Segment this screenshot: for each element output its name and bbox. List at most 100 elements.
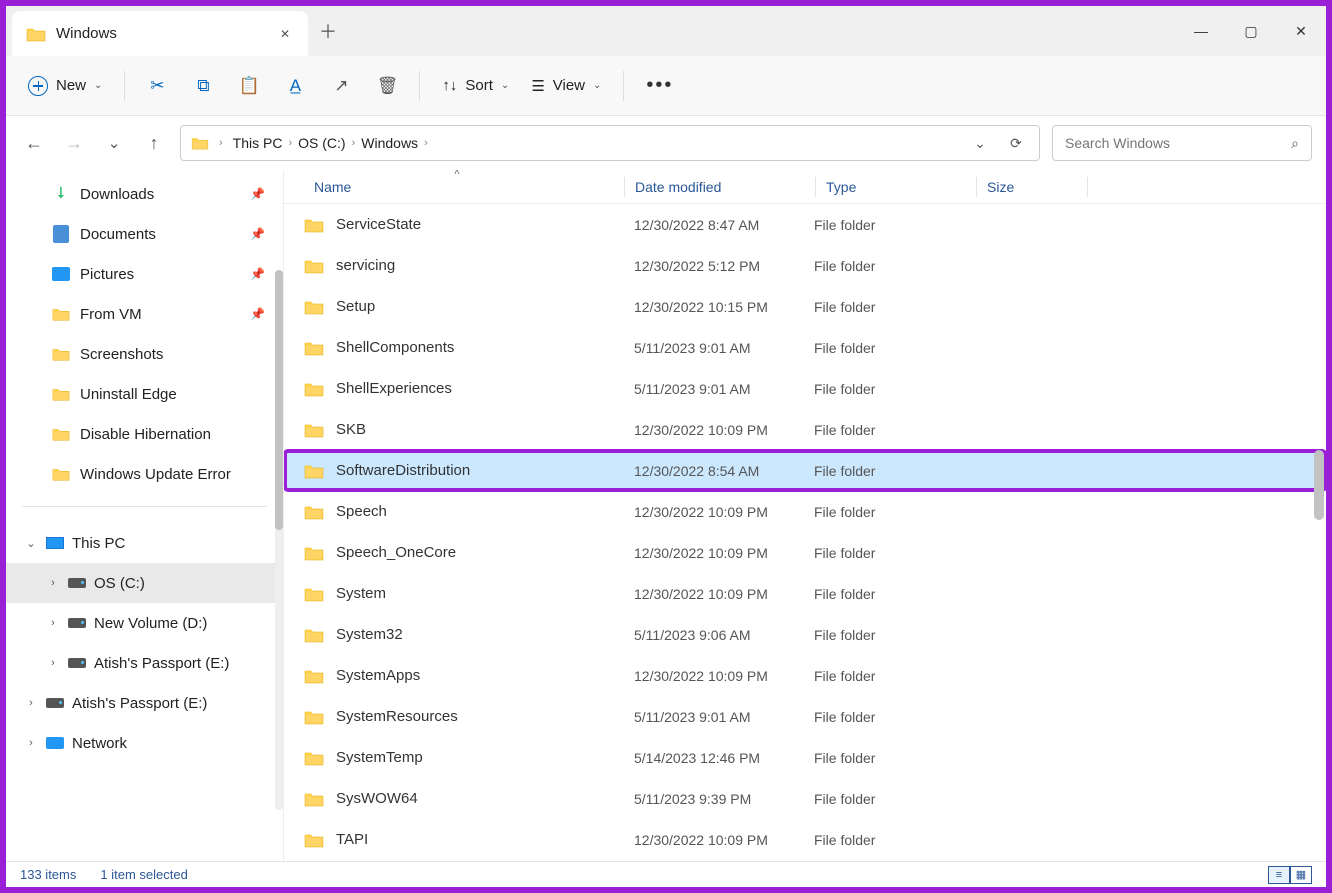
column-name[interactable]: ˄ Name: [314, 179, 624, 195]
expand-icon[interactable]: ›: [46, 657, 60, 669]
forward-button[interactable]: →: [60, 129, 88, 157]
sidebar: ⭣Downloads📌Documents📌Pictures📌From VM📌Sc…: [6, 170, 284, 861]
file-row[interactable]: ShellExperiences5/11/2023 9:01 AMFile fo…: [284, 368, 1326, 409]
breadcrumb-item[interactable]: OS (C:): [298, 135, 345, 151]
drive-icon: [68, 656, 86, 670]
minimize-button[interactable]: —: [1176, 6, 1226, 56]
close-window-button[interactable]: ✕: [1276, 6, 1326, 56]
cut-icon[interactable]: ✂: [147, 76, 167, 96]
file-type: File folder: [814, 258, 964, 274]
tree-item-label: Network: [72, 735, 127, 752]
expand-icon[interactable]: ›: [24, 697, 38, 709]
column-size[interactable]: Size: [987, 179, 1087, 195]
file-row[interactable]: SoftwareDistribution12/30/2022 8:54 AMFi…: [284, 450, 1326, 491]
search-box[interactable]: ⌕: [1052, 125, 1312, 161]
folder-icon: [52, 467, 70, 481]
tree-item-label: Atish's Passport (E:): [72, 695, 207, 712]
file-row[interactable]: servicing12/30/2022 5:12 PMFile folder: [284, 245, 1326, 286]
separator: [419, 71, 420, 101]
sidebar-item[interactable]: Windows Update Error: [6, 454, 283, 494]
sidebar-item[interactable]: Documents📌: [6, 214, 283, 254]
tree-item[interactable]: ›Atish's Passport (E:): [6, 643, 283, 683]
new-tab-button[interactable]: ＋: [308, 6, 348, 56]
chevron-right-icon[interactable]: ›: [352, 137, 356, 149]
folder-icon: [304, 340, 324, 356]
expand-icon[interactable]: ⌄: [24, 537, 38, 550]
sidebar-item[interactable]: Screenshots: [6, 334, 283, 374]
expand-icon[interactable]: ›: [46, 617, 60, 629]
window-controls: — ▢ ✕: [1176, 6, 1326, 56]
copy-icon[interactable]: ⧉: [193, 76, 213, 96]
address-dropdown-icon[interactable]: ⌄: [967, 135, 993, 152]
file-name: System: [336, 585, 634, 602]
view-button[interactable]: ☰ View ⌄: [531, 77, 601, 95]
tree-item[interactable]: › Network: [6, 723, 283, 763]
folder-icon: [52, 427, 70, 441]
file-row[interactable]: ServiceState12/30/2022 8:47 AMFile folde…: [284, 204, 1326, 245]
file-date: 5/14/2023 12:46 PM: [634, 750, 814, 766]
file-row[interactable]: TAPI12/30/2022 10:09 PMFile folder: [284, 819, 1326, 860]
tree-item[interactable]: ›New Volume (D:): [6, 603, 283, 643]
chevron-right-icon[interactable]: ›: [288, 137, 292, 149]
file-row[interactable]: ShellComponents5/11/2023 9:01 AMFile fol…: [284, 327, 1326, 368]
file-type: File folder: [814, 422, 964, 438]
folder-icon: [304, 504, 324, 520]
drive-icon: [68, 616, 86, 630]
file-row[interactable]: SystemResources5/11/2023 9:01 AMFile fol…: [284, 696, 1326, 737]
share-icon[interactable]: ↗: [331, 76, 351, 96]
drive-icon: [68, 576, 86, 590]
delete-icon[interactable]: 🗑: [377, 76, 397, 96]
expand-icon[interactable]: ›: [24, 737, 38, 749]
file-type: File folder: [814, 832, 964, 848]
sidebar-item[interactable]: From VM📌: [6, 294, 283, 334]
column-headers: ˄ Name Date modified Type Size: [284, 170, 1326, 204]
column-type[interactable]: Type: [826, 179, 976, 195]
sidebar-scrollbar-thumb[interactable]: [275, 270, 283, 530]
new-button[interactable]: New ⌄: [28, 76, 102, 96]
large-icons-view-button[interactable]: ▦: [1290, 866, 1312, 884]
file-row[interactable]: Speech_OneCore12/30/2022 10:09 PMFile fo…: [284, 532, 1326, 573]
sidebar-item[interactable]: Uninstall Edge: [6, 374, 283, 414]
paste-icon[interactable]: 📋: [239, 76, 259, 96]
more-button[interactable]: •••: [646, 74, 673, 97]
address-bar[interactable]: › This PC › OS (C:) › Windows › ⌄ ⟳: [180, 125, 1040, 161]
recent-button[interactable]: ⌄: [100, 129, 128, 157]
rename-icon[interactable]: A̲: [285, 76, 305, 96]
file-row[interactable]: SKB12/30/2022 10:09 PMFile folder: [284, 409, 1326, 450]
sidebar-item[interactable]: Disable Hibernation: [6, 414, 283, 454]
up-button[interactable]: ↑: [140, 129, 168, 157]
expand-icon[interactable]: ›: [46, 577, 60, 589]
refresh-icon[interactable]: ⟳: [1003, 135, 1029, 152]
tree-item[interactable]: › Atish's Passport (E:): [6, 683, 283, 723]
file-type: File folder: [814, 791, 964, 807]
column-date[interactable]: Date modified: [635, 179, 815, 195]
sidebar-item[interactable]: ⭣Downloads📌: [6, 174, 283, 214]
view-label: View: [553, 77, 585, 94]
chevron-right-icon[interactable]: ›: [424, 137, 428, 149]
file-date: 5/11/2023 9:39 PM: [634, 791, 814, 807]
file-row[interactable]: Speech12/30/2022 10:09 PMFile folder: [284, 491, 1326, 532]
tree-item[interactable]: ⌄This PC: [6, 523, 283, 563]
sidebar-item[interactable]: Pictures📌: [6, 254, 283, 294]
maximize-button[interactable]: ▢: [1226, 6, 1276, 56]
file-row[interactable]: System12/30/2022 10:09 PMFile folder: [284, 573, 1326, 614]
file-row[interactable]: System325/11/2023 9:06 AMFile folder: [284, 614, 1326, 655]
details-view-button[interactable]: ≡: [1268, 866, 1290, 884]
main-scrollbar-thumb[interactable]: [1314, 450, 1324, 520]
file-name: TAPI: [336, 831, 634, 848]
breadcrumb-item[interactable]: Windows: [361, 135, 418, 151]
file-row[interactable]: SystemTemp5/14/2023 12:46 PMFile folder: [284, 737, 1326, 778]
file-row[interactable]: SystemApps12/30/2022 10:09 PMFile folder: [284, 655, 1326, 696]
file-type: File folder: [814, 463, 964, 479]
file-row[interactable]: Setup12/30/2022 10:15 PMFile folder: [284, 286, 1326, 327]
sort-button[interactable]: ↑↓ Sort ⌄: [442, 77, 509, 94]
close-tab-icon[interactable]: ✕: [276, 27, 294, 41]
chevron-right-icon[interactable]: ›: [219, 137, 223, 149]
sidebar-item-label: Windows Update Error: [80, 466, 231, 483]
breadcrumb-item[interactable]: This PC: [233, 135, 283, 151]
back-button[interactable]: ←: [20, 129, 48, 157]
tree-item[interactable]: ›OS (C:): [6, 563, 283, 603]
search-input[interactable]: [1065, 135, 1291, 151]
file-row[interactable]: SysWOW645/11/2023 9:39 PMFile folder: [284, 778, 1326, 819]
tab[interactable]: Windows ✕: [12, 11, 308, 56]
